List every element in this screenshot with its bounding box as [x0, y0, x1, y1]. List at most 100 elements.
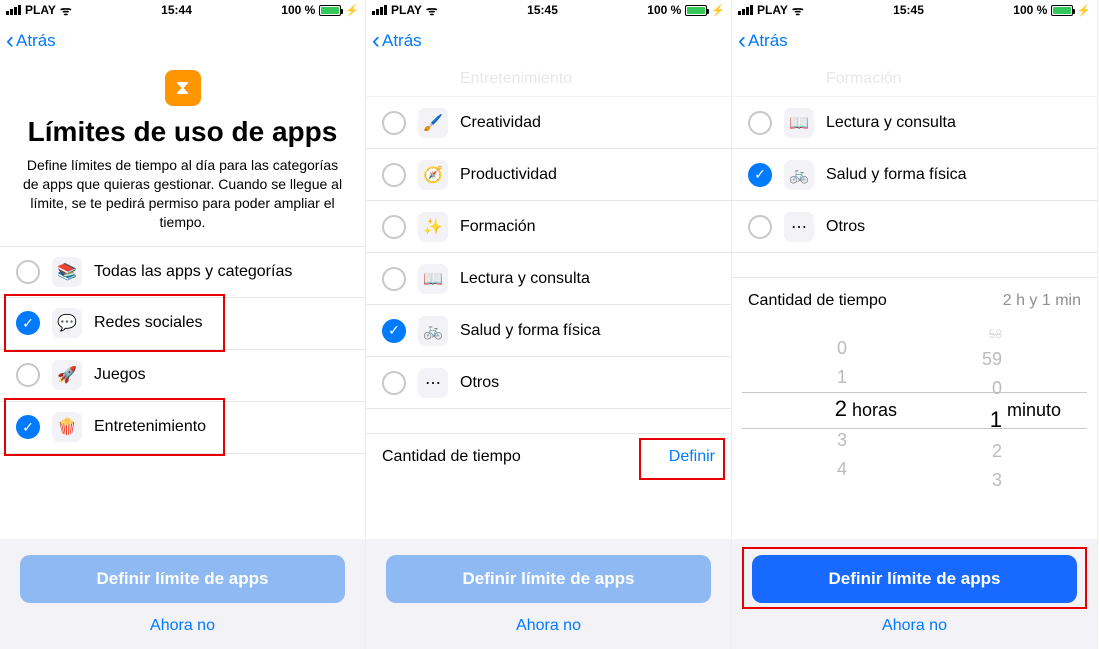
sparkle-icon: ✨ [418, 212, 448, 242]
picker-option: 0 [837, 338, 847, 359]
radio-unchecked-icon [748, 111, 772, 135]
back-button[interactable]: ‹ Atrás [6, 29, 56, 53]
clock: 15:45 [893, 3, 924, 17]
time-picker[interactable]: 0 1 2 3 4 horas 58 59 0 1 2 3 minuto [732, 324, 1097, 494]
category-entertainment[interactable]: ✓ 🍿 Entretenimiento [0, 402, 365, 454]
button-label: Ahora no [516, 617, 581, 634]
radio-unchecked-icon [382, 267, 406, 291]
time-amount-label: Cantidad de tiempo [748, 292, 887, 310]
category-label: Lectura y consulta [460, 270, 590, 288]
define-limit-button[interactable]: Definir límite de apps [20, 555, 345, 603]
nav-bar: ‹ Atrás [0, 20, 365, 62]
radio-unchecked-icon [382, 371, 406, 395]
radio-checked-icon: ✓ [16, 311, 40, 335]
category-label: Productividad [460, 166, 557, 184]
footer: Definir límite de apps Ahora no [732, 539, 1097, 649]
carrier-label: PLAY [757, 3, 788, 17]
category-productivity[interactable]: 🧭 Productividad [366, 149, 731, 201]
hours-unit-label: horas [852, 400, 897, 421]
status-bar: PLAY ᯤ 15:44 100 % ⚡ [0, 0, 365, 20]
hours-wheel[interactable]: 0 1 2 3 4 [787, 324, 847, 494]
back-button[interactable]: ‹ Atrás [372, 29, 422, 53]
popcorn-icon: 🍿 [52, 412, 82, 442]
status-bar: PLAY ᯤ 15:45 100 % ⚡ [366, 0, 731, 20]
button-label: Ahora no [882, 617, 947, 634]
radio-checked-icon: ✓ [748, 163, 772, 187]
radio-unchecked-icon [382, 111, 406, 135]
wifi-icon: ᯤ [60, 1, 72, 19]
back-label: Atrás [748, 31, 788, 51]
button-label: Definir límite de apps [463, 569, 635, 589]
battery-percent: 100 % [281, 3, 315, 17]
carrier-label: PLAY [25, 3, 56, 17]
category-games[interactable]: 🚀 Juegos [0, 350, 365, 402]
time-amount-value: 2 h y 1 min [1003, 292, 1081, 310]
not-now-button[interactable]: Ahora no [20, 603, 345, 635]
category-education[interactable]: ✨ Formación [366, 201, 731, 253]
signal-icon [738, 5, 753, 15]
battery-icon [1051, 5, 1073, 16]
radio-unchecked-icon [382, 215, 406, 239]
nav-bar: ‹ Atrás [732, 20, 1097, 62]
signal-icon [372, 5, 387, 15]
page-title: Límites de uso de apps [20, 116, 345, 148]
category-label: Otros [460, 374, 499, 392]
picker-selected-hours: 2 [835, 396, 847, 422]
category-list: 📚 Todas las apps y categorías ✓ 💬 Redes … [0, 246, 365, 454]
chat-icon: 💬 [52, 308, 82, 338]
define-limit-button[interactable]: Definir límite de apps [386, 555, 711, 603]
category-label: Salud y forma física [460, 322, 601, 340]
screen-2: PLAY ᯤ 15:45 100 % ⚡ ‹ Atrás Entretenimi… [366, 0, 732, 649]
radio-unchecked-icon [382, 163, 406, 187]
category-other[interactable]: ⋯ Otros [732, 201, 1097, 253]
category-label: Redes sociales [94, 314, 203, 332]
category-list: Entretenimiento 🖌️ Creatividad 🧭 Product… [366, 62, 731, 409]
button-label: Ahora no [150, 617, 215, 634]
stack-icon: 📚 [52, 257, 82, 287]
category-label: Todas las apps y categorías [94, 263, 292, 281]
time-amount-label: Cantidad de tiempo [382, 448, 521, 466]
category-label: Otros [826, 218, 865, 236]
battery-percent: 100 % [647, 3, 681, 17]
category-education-partial[interactable]: Formación [732, 62, 1097, 97]
category-reading[interactable]: 📖 Lectura y consulta [366, 253, 731, 305]
category-label: Entretenimiento [460, 70, 572, 88]
radio-unchecked-icon [16, 363, 40, 387]
radio-unchecked-icon [16, 260, 40, 284]
picker-option: 0 [992, 378, 1002, 399]
category-all[interactable]: 📚 Todas las apps y categorías [0, 246, 365, 298]
compass-icon: 🧭 [418, 160, 448, 190]
charging-icon: ⚡ [1077, 4, 1091, 17]
category-reading[interactable]: 📖 Lectura y consulta [732, 97, 1097, 149]
category-entertainment-partial[interactable]: Entretenimiento [366, 62, 731, 97]
picker-option: 4 [837, 459, 847, 480]
not-now-button[interactable]: Ahora no [752, 603, 1077, 635]
radio-checked-icon: ✓ [16, 415, 40, 439]
category-label: Lectura y consulta [826, 114, 956, 132]
footer: Definir límite de apps Ahora no [0, 539, 365, 649]
clock: 15:44 [161, 3, 192, 17]
book-icon: 📖 [784, 108, 814, 138]
back-button[interactable]: ‹ Atrás [738, 29, 788, 53]
category-creativity[interactable]: 🖌️ Creatividad [366, 97, 731, 149]
category-health[interactable]: ✓ 🚲 Salud y forma física [732, 149, 1097, 201]
category-social[interactable]: ✓ 💬 Redes sociales [0, 298, 365, 350]
charging-icon: ⚡ [345, 4, 359, 17]
category-label: Creatividad [460, 114, 541, 132]
category-other[interactable]: ⋯ Otros [366, 357, 731, 409]
define-time-button[interactable]: Definir [669, 448, 715, 466]
button-label: Definir límite de apps [97, 569, 269, 589]
carrier-label: PLAY [391, 3, 422, 17]
category-health[interactable]: ✓ 🚲 Salud y forma física [366, 305, 731, 357]
category-label: Formación [826, 70, 902, 88]
category-label: Juegos [94, 366, 146, 384]
picker-option: 2 [992, 441, 1002, 462]
footer: Definir límite de apps Ahora no [366, 539, 731, 649]
define-limit-button[interactable]: Definir límite de apps [752, 555, 1077, 603]
picker-option: 3 [992, 470, 1002, 491]
picker-option: 59 [982, 349, 1002, 370]
minutes-unit-label: minuto [1007, 400, 1061, 421]
picker-option: 1 [837, 367, 847, 388]
not-now-button[interactable]: Ahora no [386, 603, 711, 635]
minutes-wheel[interactable]: 58 59 0 1 2 3 [942, 324, 1002, 494]
